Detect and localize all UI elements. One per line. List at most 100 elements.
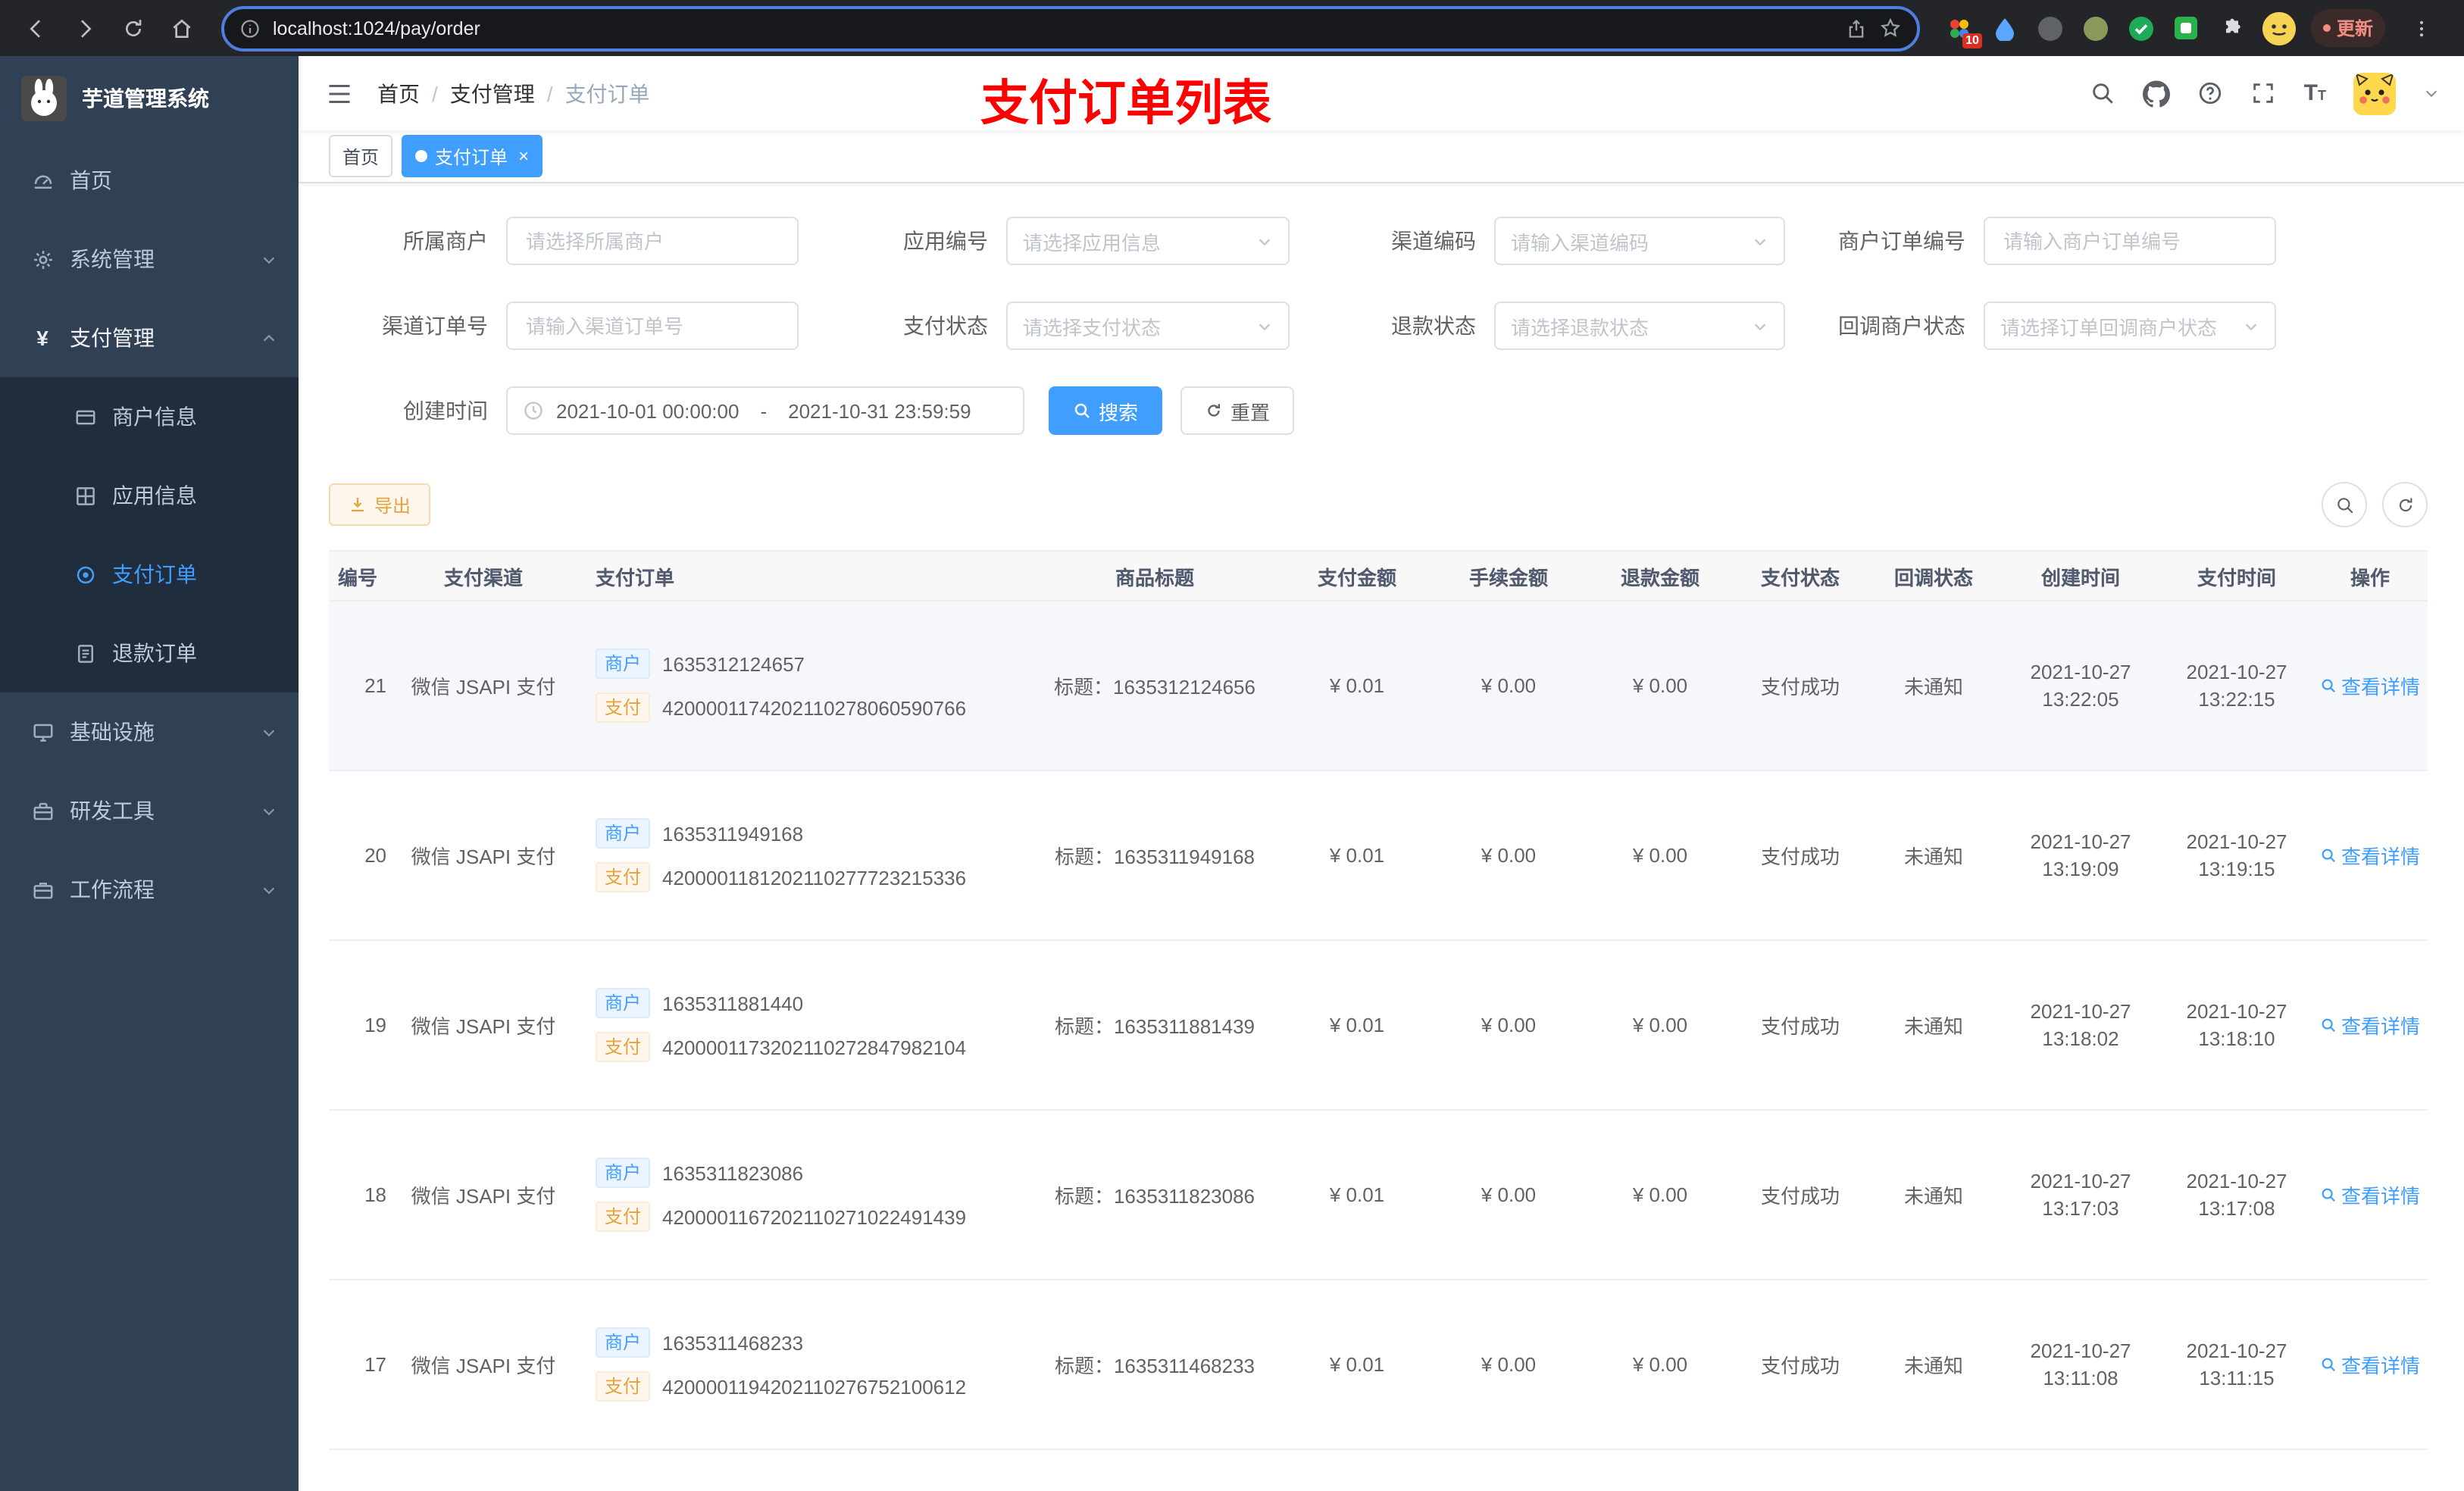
extension-drop-icon[interactable] [1990, 13, 2020, 43]
cell-amount: ¥ 0.01 [1329, 674, 1385, 697]
sidebar-label-workflow: 工作流程 [70, 877, 155, 902]
cell-pay-order: 商户1635311051796 [580, 1450, 1026, 1491]
extension-gray-icon[interactable] [2035, 13, 2065, 43]
table-row[interactable]: 20 微信 JSAPI 支付 商户 1635311949168 支付 4200001… [329, 771, 2428, 941]
sidebar-item-pay[interactable]: ¥ 支付管理 [0, 299, 299, 377]
font-size-icon[interactable]: TT [2304, 80, 2326, 106]
table-row[interactable]: 21 微信 JSAPI 支付 商户 1635312124657 支付 4200001… [329, 602, 2428, 771]
merchant-order-no-input[interactable] [1984, 217, 2276, 265]
extensions-puzzle-icon[interactable] [2217, 13, 2247, 43]
filter-label-owner: 所属商户 [403, 229, 488, 253]
pay-status-select[interactable]: 请选择支付状态 [1006, 302, 1290, 350]
credit-card-icon [73, 405, 97, 429]
search-button[interactable]: 搜索 [1049, 386, 1163, 435]
close-tab-icon[interactable]: × [518, 147, 529, 165]
cell-id: 17 [364, 1353, 386, 1376]
sidebar-item-pay-order[interactable]: 支付订单 [0, 535, 299, 614]
sidebar-item-dev-tools[interactable]: 研发工具 [0, 771, 299, 850]
cell-pay-order: 商户 1635311823086 支付 4200001167202110271022… [580, 1111, 1026, 1279]
cell-create-time: 2021-10-27 13:18:02 [2030, 1000, 2131, 1050]
extension-green-square-icon[interactable] [2172, 13, 2202, 43]
create-time-range-picker[interactable]: 2021-10-01 00:00:00 - 2021-10-31 23:59:5… [506, 386, 1024, 435]
browser-menu-kebab-icon[interactable] [2400, 7, 2443, 49]
tab-home[interactable]: 首页 [329, 135, 393, 177]
view-detail-link[interactable]: 查看详情 [2320, 841, 2420, 870]
sidebar-item-app-info[interactable]: 应用信息 [0, 456, 299, 535]
table-row[interactable]: 17 微信 JSAPI 支付 商户 1635311468233 支付 4200001… [329, 1280, 2428, 1450]
col-actions: 操作 [2350, 566, 2390, 589]
view-detail-link[interactable]: 查看详情 [2320, 671, 2420, 700]
browser-reload-button[interactable] [112, 7, 155, 49]
owner-merchant-field[interactable] [523, 228, 782, 254]
user-avatar-pikachu[interactable] [2353, 72, 2396, 114]
refund-status-select[interactable]: 请选择退款状态 [1494, 302, 1785, 350]
app-logo[interactable]: 芋道管理系统 [0, 56, 299, 141]
cell-status: 支付成功 [1760, 1185, 1840, 1208]
chevron-down-icon [261, 802, 277, 819]
cell-pay-time: 2021-10-27 13:18:10 [2186, 1000, 2287, 1050]
browser-profile-avatar[interactable] [2262, 11, 2296, 45]
extension-check-icon[interactable] [2126, 13, 2156, 43]
refresh-table-button[interactable] [2382, 482, 2428, 527]
chevron-up-icon [261, 330, 277, 346]
help-icon[interactable] [2198, 80, 2224, 106]
sidebar-collapse-icon[interactable] [323, 77, 356, 110]
share-icon[interactable] [1846, 17, 1867, 39]
sidebar-label-infra: 基础设施 [70, 720, 155, 744]
cell-fee: ¥ 0.00 [1481, 844, 1537, 867]
sidebar-item-merchant-info[interactable]: 商户信息 [0, 377, 299, 456]
callback-status-select[interactable]: 请选择订单回调商户状态 [1984, 302, 2276, 350]
caret-down-icon[interactable] [2423, 85, 2440, 102]
browser-home-button[interactable] [161, 7, 203, 49]
github-icon[interactable] [2143, 80, 2171, 107]
select-chevron-icon [1752, 317, 1768, 334]
channel-order-no-field[interactable] [523, 313, 782, 339]
pay-transaction-no: 4200001167202110271022491439 [662, 1205, 967, 1228]
sidebar-item-system[interactable]: 系统管理 [0, 220, 299, 299]
address-bar[interactable]: localhost:1024/pay/order [221, 5, 1920, 51]
sidebar-item-refund-order[interactable]: 退款订单 [0, 614, 299, 692]
extension-olive-icon[interactable] [2081, 13, 2111, 43]
sidebar-item-home[interactable]: 首页 [0, 141, 299, 220]
export-button[interactable]: 导出 [329, 483, 431, 526]
sidebar-item-infra[interactable]: 基础设施 [0, 692, 299, 771]
hide-search-toggle-button[interactable] [2322, 482, 2367, 527]
cell-amount: ¥ 0.01 [1329, 1353, 1385, 1376]
browser-update-button[interactable]: 更新 [2310, 9, 2385, 47]
app-no-select[interactable]: 请选择应用信息 [1006, 217, 1290, 265]
merchant-order-no: 1635311468233 [662, 1331, 804, 1354]
owner-merchant-input[interactable] [506, 217, 799, 265]
pay-tag: 支付 [596, 1032, 651, 1062]
browser-forward-button[interactable] [64, 7, 106, 49]
merchant-order-no: 1635312124657 [662, 652, 805, 675]
view-detail-link[interactable]: 查看详情 [2320, 1350, 2420, 1379]
channel-order-no-input[interactable] [506, 302, 799, 350]
sidebar-item-workflow[interactable]: 工作流程 [0, 850, 299, 929]
cell-title: 标题：1635311823086 [1054, 1185, 1255, 1208]
fullscreen-icon[interactable] [2251, 80, 2277, 106]
table-row[interactable]: 商户1635311051796 [329, 1450, 2428, 1491]
breadcrumb-home[interactable]: 首页 [377, 78, 420, 108]
breadcrumb-pay[interactable]: 支付管理 [450, 78, 535, 108]
export-button-label: 导出 [374, 495, 411, 516]
extension-colorful-icon[interactable]: 10 [1944, 13, 1982, 48]
page-title-annotation: 支付订单列表 [980, 76, 1272, 130]
tab-pay-order[interactable]: 支付订单 × [402, 135, 543, 177]
col-pay-order: 支付订单 [596, 566, 675, 589]
view-detail-link[interactable]: 查看详情 [2320, 1180, 2420, 1209]
merchant-tag: 商户 [596, 818, 651, 849]
merchant-tag: 商户 [596, 988, 651, 1018]
table-row[interactable]: 19 微信 JSAPI 支付 商户 1635311881440 支付 4200001… [329, 941, 2428, 1111]
view-detail-link[interactable]: 查看详情 [2320, 1011, 2420, 1039]
search-icon[interactable] [2090, 80, 2116, 106]
reset-button[interactable]: 重置 [1180, 386, 1295, 435]
sidebar-label-pay-order: 支付订单 [112, 562, 197, 586]
browser-back-button[interactable] [15, 7, 58, 49]
channel-code-select[interactable]: 请输入渠道编码 [1494, 217, 1785, 265]
bookmark-star-icon[interactable] [1879, 17, 1902, 39]
site-info-icon[interactable] [239, 17, 261, 39]
cell-pay-order: 商户 1635312124657 支付 4200001174202110278060… [580, 602, 1026, 770]
url-text: localhost:1024/pay/order [273, 17, 480, 39]
table-row[interactable]: 18 微信 JSAPI 支付 商户 1635311823086 支付 4200001… [329, 1111, 2428, 1280]
merchant-order-no-field[interactable] [2000, 228, 2259, 254]
